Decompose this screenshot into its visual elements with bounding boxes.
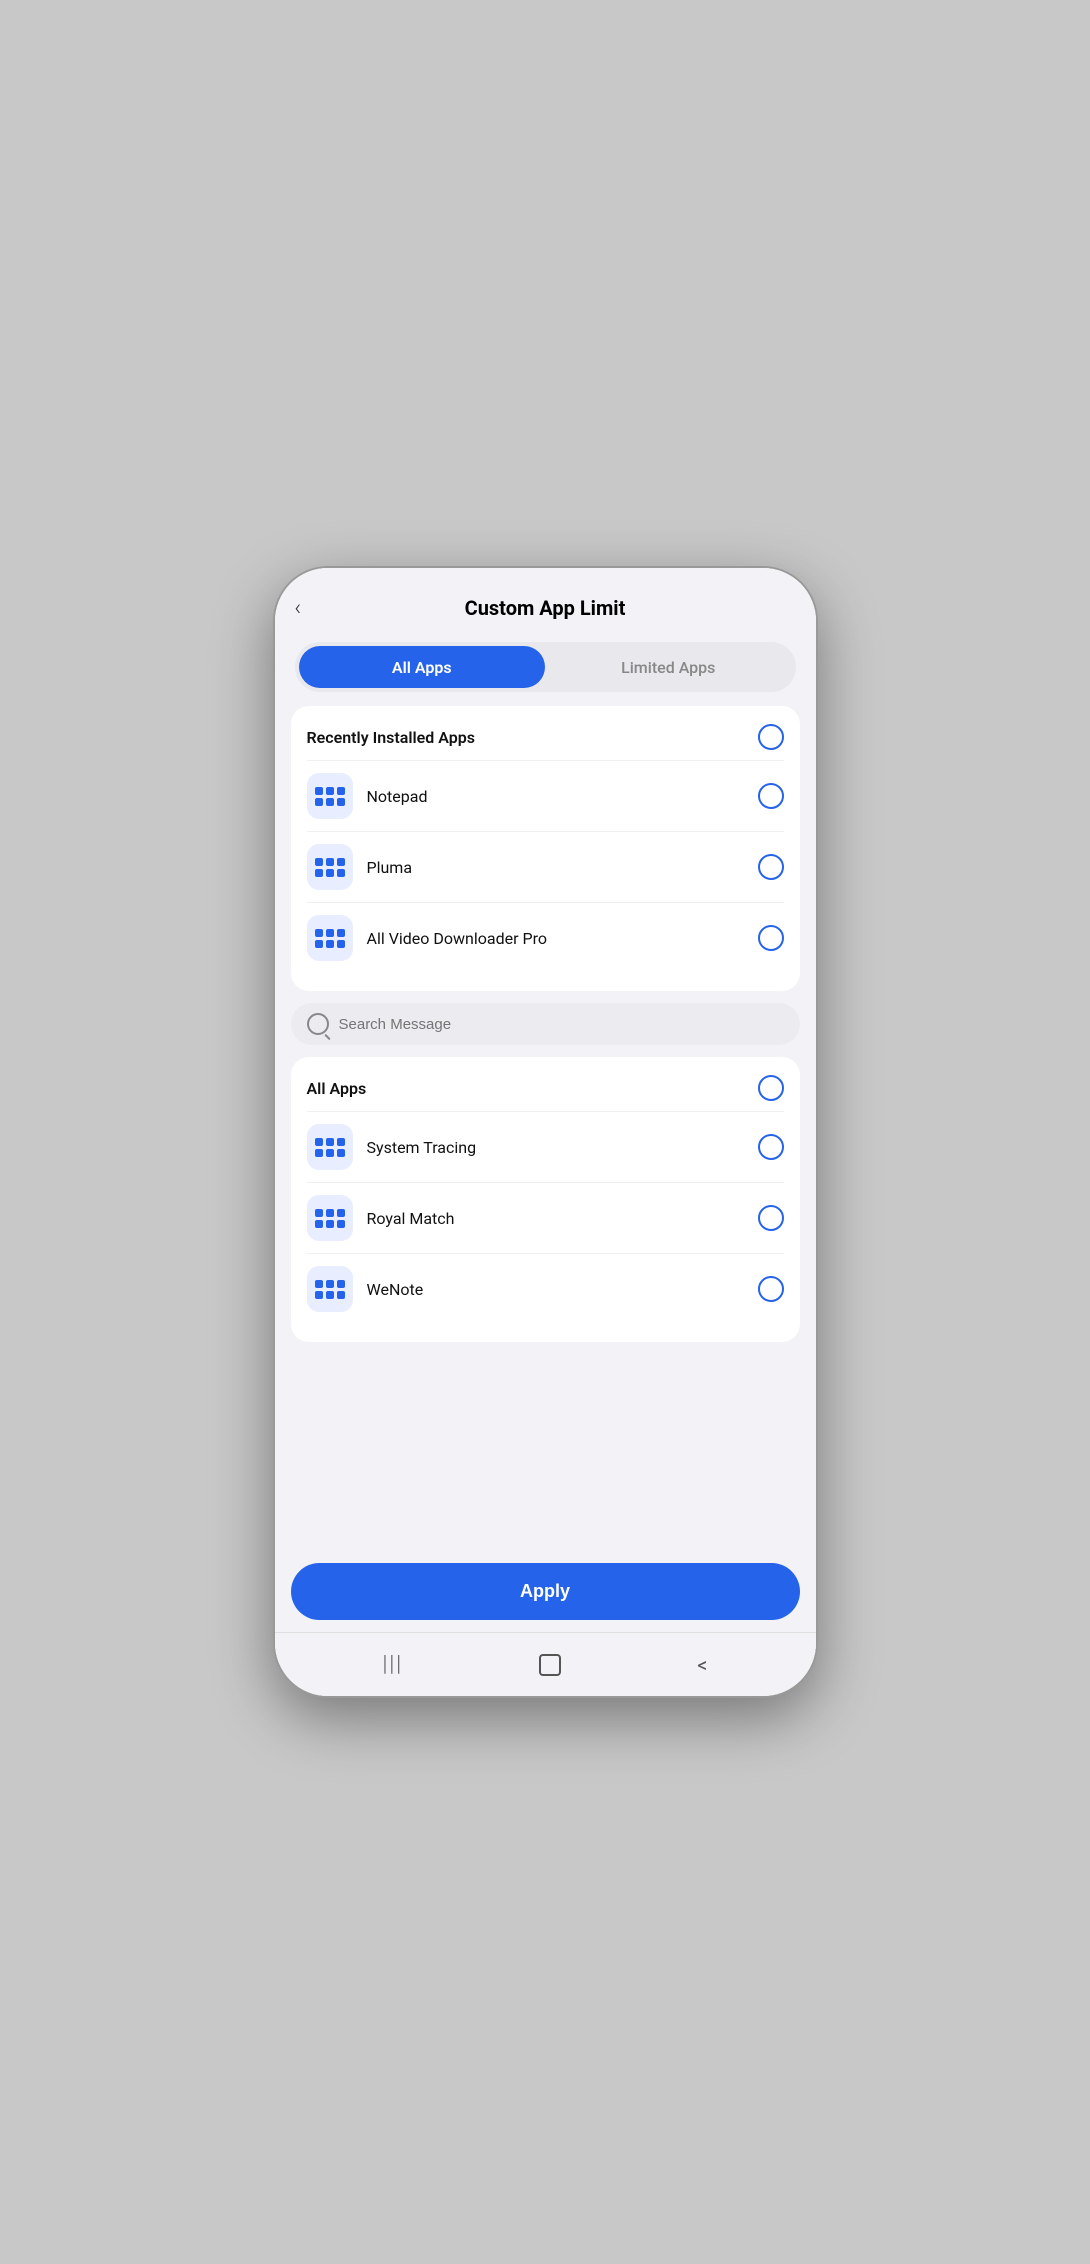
recently-installed-header: Recently Installed Apps <box>307 724 784 750</box>
list-item: All Video Downloader Pro <box>307 902 784 973</box>
royal-match-radio[interactable] <box>758 1205 784 1231</box>
notepad-radio[interactable] <box>758 783 784 809</box>
all-apps-header: All Apps <box>307 1075 784 1101</box>
royal-match-app-name: Royal Match <box>367 1209 758 1228</box>
list-item: Royal Match <box>307 1182 784 1253</box>
dots-grid-icon <box>315 1280 345 1299</box>
list-item: System Tracing <box>307 1111 784 1182</box>
tab-all-apps[interactable]: All Apps <box>299 646 546 688</box>
back-button[interactable]: ‹ <box>295 596 302 621</box>
video-downloader-radio[interactable] <box>758 925 784 951</box>
notepad-app-name: Notepad <box>367 787 758 806</box>
dots-grid-icon <box>315 1138 345 1157</box>
home-nav-icon[interactable] <box>539 1654 561 1676</box>
search-bar[interactable] <box>291 1003 800 1045</box>
all-apps-title: All Apps <box>307 1079 367 1098</box>
list-item: WeNote <box>307 1253 784 1324</box>
back-nav-icon[interactable]: < <box>697 1653 707 1677</box>
phone-frame: ‹ Custom App Limit All Apps Limited Apps… <box>273 566 818 1698</box>
list-item: Notepad <box>307 760 784 831</box>
search-input[interactable] <box>339 1016 784 1033</box>
pluma-app-icon <box>307 844 353 890</box>
wenote-radio[interactable] <box>758 1276 784 1302</box>
apply-button[interactable]: Apply <box>291 1563 800 1620</box>
video-downloader-app-icon <box>307 915 353 961</box>
system-tracing-radio[interactable] <box>758 1134 784 1160</box>
tab-bar: All Apps Limited Apps <box>295 642 796 692</box>
bottom-nav-bar: ||| < <box>275 1632 816 1696</box>
system-tracing-app-name: System Tracing <box>367 1138 758 1157</box>
recently-installed-card: Recently Installed Apps Notepad <box>291 706 800 991</box>
all-apps-radio[interactable] <box>758 1075 784 1101</box>
header: ‹ Custom App Limit <box>275 568 816 632</box>
menu-nav-icon[interactable]: ||| <box>383 1652 404 1677</box>
pluma-radio[interactable] <box>758 854 784 880</box>
pluma-app-name: Pluma <box>367 858 758 877</box>
tab-limited-apps[interactable]: Limited Apps <box>545 646 792 688</box>
list-item: Pluma <box>307 831 784 902</box>
dots-grid-icon <box>315 858 345 877</box>
dots-grid-icon <box>315 787 345 806</box>
recently-installed-title: Recently Installed Apps <box>307 728 475 747</box>
royal-match-app-icon <box>307 1195 353 1241</box>
notepad-app-icon <box>307 773 353 819</box>
page-title: Custom App Limit <box>465 596 626 620</box>
search-icon <box>307 1013 329 1035</box>
wenote-app-name: WeNote <box>367 1280 758 1299</box>
video-downloader-app-name: All Video Downloader Pro <box>367 929 758 948</box>
all-apps-card: All Apps System Tracing <box>291 1057 800 1342</box>
screen: ‹ Custom App Limit All Apps Limited Apps… <box>275 568 816 1696</box>
recently-installed-radio[interactable] <box>758 724 784 750</box>
dots-grid-icon <box>315 1209 345 1228</box>
system-tracing-app-icon <box>307 1124 353 1170</box>
wenote-app-icon <box>307 1266 353 1312</box>
content-area: Recently Installed Apps Notepad <box>275 706 816 1555</box>
dots-grid-icon <box>315 929 345 948</box>
